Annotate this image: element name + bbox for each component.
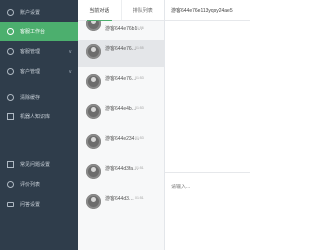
avatar: [86, 194, 101, 209]
chat-header: 游客644e76e113yqsy24ae5: [165, 0, 250, 21]
conversation-name: 游客644e4b…: [105, 106, 137, 112]
chevron-down-icon: ∨: [68, 48, 72, 55]
sidebar-item-agent-management[interactable]: 客服管理 ∨: [0, 42, 78, 61]
sidebar-item-label: 评价列表: [20, 182, 41, 188]
list-item[interactable]: 游客644e76… 01:53: [78, 70, 164, 97]
sidebar-item-faq-settings[interactable]: 常见问题设置: [0, 155, 78, 174]
sidebar-item-label: 客服工作台: [20, 29, 46, 35]
conversation-tabs: 当前对话 排队列表: [78, 0, 164, 21]
message-input[interactable]: [171, 184, 245, 190]
conversation-name: 游客644d3fa…: [105, 166, 139, 172]
chat-settings-icon: [7, 202, 14, 207]
sidebar-item-account-settings[interactable]: 账户设置: [0, 3, 78, 22]
headset-icon: [7, 28, 14, 35]
sidebar-item-clear-cache[interactable]: 清除缓存: [0, 88, 78, 107]
avatar: [86, 134, 101, 149]
sidebar-item-qa-settings[interactable]: 问答设置: [0, 195, 78, 214]
sidebar-item-label: 客服管理: [20, 49, 41, 55]
conversation-panel: 当前对话 排队列表 游客644e76b1… 01:56 游客644e76… 01…: [78, 0, 165, 250]
sidebar-item-label: 机器人知识库: [20, 114, 51, 120]
avatar: [86, 104, 101, 119]
chat-panel: 游客644e76e113yqsy24ae5: [165, 0, 250, 250]
sidebar-item-label: 客户管理: [20, 69, 41, 75]
sidebar-item-workbench[interactable]: 客服工作台: [0, 22, 78, 41]
avatar: [86, 21, 101, 31]
users-icon: [7, 48, 14, 55]
sidebar: 账户设置 客服工作台 客服管理 ∨ 客户管理 ∨ 清除缓存 机器人知识库 常见问…: [0, 0, 78, 250]
conversation-name: 游客644e76…: [105, 76, 137, 82]
conversation-time: 01:53: [135, 106, 144, 110]
sidebar-item-robot-kb[interactable]: 机器人知识库: [0, 107, 78, 126]
sidebar-item-customer-management[interactable]: 客户管理 ∨: [0, 62, 78, 81]
tab-current-conversations[interactable]: 当前对话: [78, 0, 121, 21]
user-icon: [7, 9, 14, 16]
conversation-time: 01:53: [135, 76, 144, 80]
conversation-time: 01:53: [135, 136, 144, 140]
chat-title: 游客644e76e113yqsy24ae5: [171, 8, 233, 14]
sidebar-item-ratings[interactable]: 评价列表: [0, 175, 78, 194]
conversation-time: 01:55: [135, 46, 144, 50]
chat-input-area: [165, 172, 250, 251]
conversation-time: 01:51: [135, 166, 144, 170]
list-item[interactable]: 游客644e234… 01:53: [78, 130, 164, 157]
list-item[interactable]: 游客644e76… 01:55: [78, 40, 164, 67]
avatar: [86, 164, 101, 179]
list-item[interactable]: 游客644d3… 01:51: [78, 190, 164, 217]
chevron-down-icon: ∨: [68, 68, 72, 75]
conversation-name: 游客644d3…: [105, 196, 134, 202]
list-item[interactable]: 游客644d3fa… 01:51: [78, 160, 164, 187]
sidebar-item-label: 清除缓存: [20, 95, 41, 101]
avatar: [86, 44, 101, 59]
question-icon: [7, 161, 14, 168]
customer-icon: [7, 68, 14, 75]
robot-icon: [7, 113, 14, 120]
sidebar-item-label: 常见问题设置: [20, 162, 51, 168]
avatar: [86, 74, 101, 89]
star-icon: [7, 181, 14, 188]
tab-queue-list[interactable]: 排队列表: [120, 0, 165, 20]
conversation-name: 游客644e76…: [105, 46, 137, 52]
trash-icon: [7, 94, 14, 101]
sidebar-item-label: 账户设置: [20, 10, 41, 16]
list-item[interactable]: 游客644e4b… 01:53: [78, 100, 164, 127]
conversation-time: 01:51: [135, 196, 144, 200]
list-item[interactable]: 游客644e76b1… 01:56: [78, 21, 164, 40]
sidebar-item-label: 问答设置: [20, 202, 41, 208]
conversation-time: 01:56: [135, 26, 144, 30]
